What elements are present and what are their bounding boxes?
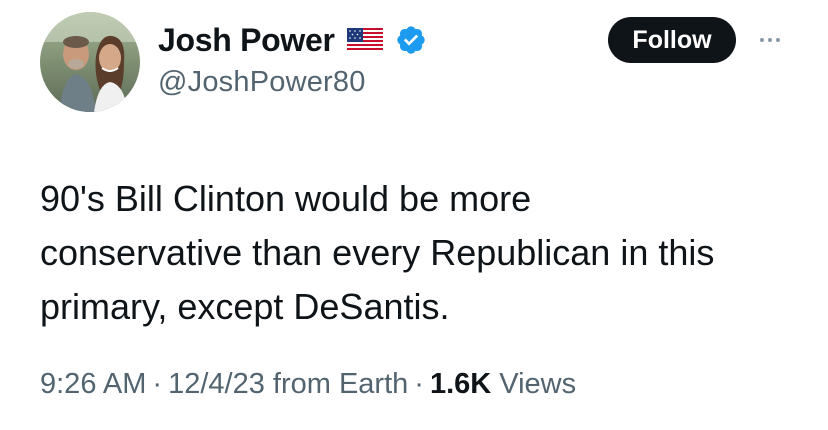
us-flag-icon bbox=[346, 28, 383, 52]
tweet-date[interactable]: 12/4/23 bbox=[168, 368, 265, 400]
verified-badge-icon[interactable] bbox=[395, 24, 427, 56]
tweet-card: Josh Power @JoshPower80 Follow 90's Bill… bbox=[0, 0, 828, 430]
tweet-text: 90's Bill Clinton would be more conserva… bbox=[40, 178, 715, 327]
views-count: 1.6K bbox=[429, 368, 492, 400]
display-name[interactable]: Josh Power bbox=[158, 22, 335, 59]
tweet-source: from Earth bbox=[272, 368, 409, 400]
more-options-icon[interactable] bbox=[752, 26, 788, 54]
follow-button[interactable]: Follow bbox=[608, 17, 736, 63]
views-label: Views bbox=[499, 368, 577, 400]
author-handle[interactable]: @JoshPower80 bbox=[158, 66, 366, 99]
meta-separator: · bbox=[152, 368, 163, 400]
tweet-time[interactable]: 9:26 AM bbox=[40, 368, 146, 400]
tweet-meta: 9:26 AM · 12/4/23 from Earth · 1.6K Views bbox=[40, 368, 576, 401]
avatar[interactable] bbox=[40, 12, 140, 112]
author-name-row: Josh Power bbox=[158, 20, 427, 60]
meta-separator: · bbox=[414, 368, 424, 400]
